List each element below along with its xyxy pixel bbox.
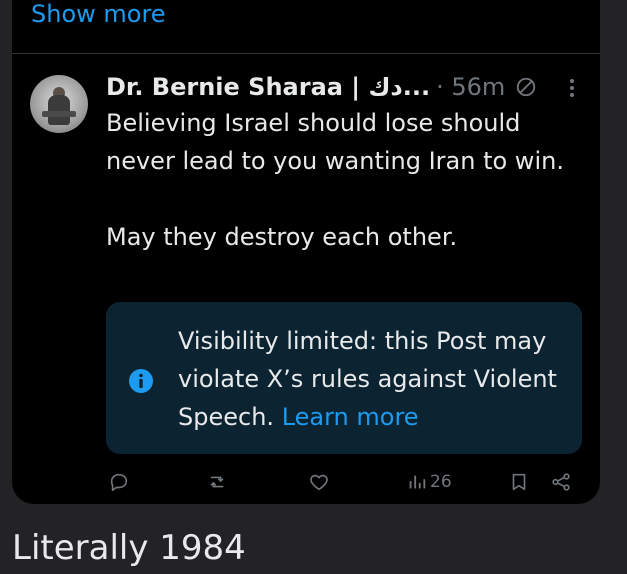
notice-text: Visibility limited: this Post may violat…	[178, 322, 568, 436]
learn-more-link[interactable]: Learn more	[282, 403, 419, 431]
avatar-figure-chair	[42, 111, 76, 117]
like-button[interactable]	[308, 470, 330, 494]
repost-icon	[210, 476, 224, 488]
post-paragraph-1: Believing Israel should lose should neve…	[106, 109, 564, 175]
bookmark-icon	[512, 473, 526, 491]
post-timestamp[interactable]: · 56m	[436, 73, 505, 101]
repost-button[interactable]	[206, 470, 228, 494]
info-icon	[129, 369, 153, 393]
avatar-figure-body	[48, 95, 70, 125]
visibility-notice: Visibility limited: this Post may violat…	[106, 302, 582, 454]
divider	[12, 53, 600, 54]
heart-icon	[310, 474, 328, 491]
share-button[interactable]	[550, 470, 572, 494]
post-header: Dr. Bernie Sharaa | دك... · 56m	[106, 70, 537, 104]
views-icon	[409, 475, 426, 489]
show-more-link[interactable]: Show more	[31, 0, 166, 28]
post-body: Believing Israel should lose should neve…	[106, 104, 576, 256]
avatar[interactable]	[30, 75, 88, 133]
caption-text: Literally 1984	[12, 528, 246, 568]
share-icon	[552, 473, 570, 491]
post-actions: 26	[106, 468, 582, 496]
more-dots-icon[interactable]	[562, 76, 582, 100]
views-button[interactable]: 26	[406, 470, 452, 494]
post-paragraph-2: May they destroy each other.	[106, 223, 458, 251]
reply-button[interactable]	[108, 470, 130, 494]
reply-icon	[110, 473, 128, 492]
bookmark-button[interactable]	[508, 470, 530, 494]
no-symbol-icon	[517, 77, 536, 97]
views-count: 26	[430, 472, 452, 492]
author-name[interactable]: Dr. Bernie Sharaa | دك...	[106, 73, 430, 101]
